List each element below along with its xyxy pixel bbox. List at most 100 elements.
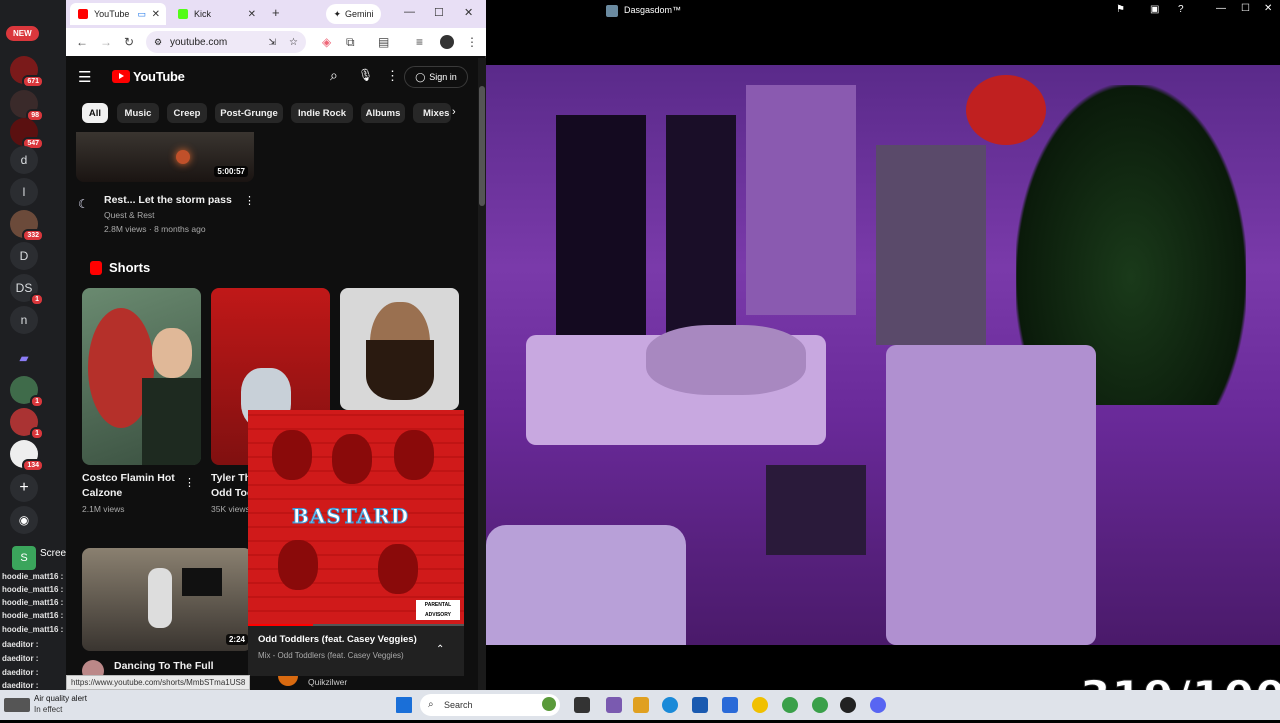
new-tab-icon[interactable]: +	[272, 5, 280, 20]
server-icon-2[interactable]: 98	[10, 90, 44, 122]
server-icon-red[interactable]: 1	[10, 408, 44, 440]
extension-icon[interactable]: ◈	[322, 35, 331, 49]
app-icon[interactable]	[606, 697, 622, 713]
video-menu-icon[interactable]: ⋮	[244, 194, 255, 207]
expand-chevron-icon[interactable]: ⌃	[436, 644, 444, 655]
chrome-icon[interactable]	[782, 697, 798, 713]
maximize-icon[interactable]: ☐	[434, 6, 444, 19]
install-icon[interactable]: ⇲	[268, 37, 276, 48]
miniplayer[interactable]: BASTARD PARENTAL ADVISORY Odd Toddlers (…	[248, 410, 464, 676]
screen-share-icon[interactable]: S	[12, 546, 36, 570]
edge-icon[interactable]	[662, 697, 678, 713]
video-title[interactable]: Dancing To The Full	[114, 660, 214, 672]
server-label: n	[20, 313, 28, 327]
discord-icon[interactable]	[870, 697, 886, 713]
store-icon[interactable]	[692, 697, 708, 713]
microphone-icon[interactable]: 🎙	[358, 68, 373, 82]
server-icon-n[interactable]: n	[10, 306, 38, 334]
gemini-button[interactable]: ✦ Gemini	[326, 4, 381, 24]
chip-albums[interactable]: Albums	[361, 103, 405, 123]
short-title[interactable]: Odd Toc	[211, 487, 253, 499]
chip-all[interactable]: All	[82, 103, 108, 123]
chip-post-grunge[interactable]: Post-Grunge	[215, 103, 283, 123]
stream-video[interactable]	[486, 65, 1280, 645]
tab-youtube[interactable]: YouTube ▭ ✕	[70, 3, 166, 25]
server-icon-3[interactable]: 547	[10, 118, 44, 150]
flag-icon[interactable]: ⚑	[1116, 4, 1125, 15]
close-icon[interactable]: ✕	[248, 9, 256, 20]
task-view-icon[interactable]	[574, 697, 590, 713]
chrome-profile-icon[interactable]	[812, 697, 828, 713]
short-menu-icon[interactable]: ⋮	[184, 476, 195, 489]
youtube-logo[interactable]: YouTube	[112, 69, 185, 84]
short-thumbnail[interactable]	[82, 288, 201, 465]
server-icon-white[interactable]: 134	[10, 440, 44, 472]
scrollbar-thumb[interactable]	[479, 86, 485, 206]
site-info-icon[interactable]: ⚙	[154, 37, 162, 48]
progress-bar[interactable]	[248, 624, 464, 626]
media-icon[interactable]: ≡	[416, 35, 423, 49]
short-title[interactable]: Tyler Th	[211, 472, 251, 484]
windows-start-icon[interactable]	[396, 697, 412, 713]
folder-icon[interactable]: ▰	[10, 344, 38, 372]
server-icon-1[interactable]: 671	[10, 56, 44, 88]
video-thumbnail[interactable]: 5:00:57	[76, 132, 254, 182]
app-icon-dark[interactable]	[840, 697, 856, 713]
server-icon-l[interactable]: l	[10, 178, 38, 206]
sign-in-button[interactable]: ◯ Sign in	[404, 66, 468, 88]
puzzle-icon[interactable]: ⧉	[346, 35, 355, 50]
outlook-icon[interactable]	[722, 697, 738, 713]
kick-favicon-icon	[178, 9, 188, 19]
chip-mixes[interactable]: Mixes	[413, 103, 451, 123]
file-explorer-icon[interactable]	[633, 697, 649, 713]
scrollbar[interactable]	[478, 58, 486, 690]
close-window-icon[interactable]: ✕	[464, 6, 473, 19]
album-cover[interactable]: BASTARD PARENTAL ADVISORY	[248, 410, 464, 624]
chip-indie-rock[interactable]: Indie Rock	[291, 103, 353, 123]
sidebar-icon[interactable]: ▤	[378, 35, 389, 49]
menu-icon[interactable]: ⋮	[466, 35, 478, 49]
short-thumbnail[interactable]	[340, 288, 459, 410]
close-window-icon[interactable]: ✕	[1264, 3, 1272, 14]
minimize-icon[interactable]: —	[404, 6, 415, 18]
help-icon[interactable]: ?	[1178, 4, 1184, 15]
unread-badge: 1	[30, 395, 44, 408]
video-channel[interactable]: Quest & Rest	[104, 210, 155, 220]
forward-icon[interactable]: →	[100, 35, 112, 49]
video-title[interactable]: Rest... Let the storm pass	[104, 194, 232, 206]
reload-icon[interactable]: ↻	[124, 35, 134, 49]
server-icon-d[interactable]: d	[10, 146, 38, 174]
weather-icon[interactable]	[4, 698, 30, 712]
search-icon[interactable]: ⌕	[330, 67, 338, 84]
weather-alert-title[interactable]: Air quality alert	[34, 694, 87, 703]
server-icon-avatar[interactable]: 332	[10, 210, 44, 242]
add-server-icon[interactable]: +	[10, 474, 38, 502]
maximize-icon[interactable]: ☐	[1241, 3, 1250, 14]
url-field[interactable]: ⚙ youtube.com ⇲ ☆	[146, 31, 306, 53]
server-sidebar: NEW 671 98 547 d l 332 D DS 1 n ▰ 1 1 134…	[0, 0, 66, 690]
short-title[interactable]: Calzone	[82, 487, 122, 499]
server-icon-green[interactable]: 1	[10, 376, 44, 408]
tab-kick[interactable]: Kick ✕	[170, 3, 262, 25]
chip-creep[interactable]: Creep	[167, 103, 207, 123]
channel-name[interactable]: Quikzilwer	[308, 677, 347, 687]
hamburger-icon[interactable]: ☰	[78, 68, 91, 86]
server-icon-DS[interactable]: DS 1	[10, 274, 44, 306]
close-icon[interactable]: ✕	[152, 9, 160, 20]
minimize-icon[interactable]: —	[1216, 3, 1226, 14]
norton-icon[interactable]	[752, 697, 768, 713]
screen-share-label: Scree	[40, 548, 67, 559]
more-options-icon[interactable]: ⋮	[386, 68, 399, 84]
server-icon-D[interactable]: D	[10, 242, 38, 270]
chevron-right-icon[interactable]: ›	[452, 106, 456, 118]
screen-icon[interactable]: ▣	[1150, 4, 1159, 15]
profile-avatar[interactable]	[440, 35, 454, 49]
explore-icon[interactable]: ◉	[10, 506, 38, 534]
taskbar-search[interactable]: ⌕ Search	[420, 694, 560, 716]
video-thumbnail[interactable]: 2:24	[82, 548, 252, 651]
chip-music[interactable]: Music	[117, 103, 159, 123]
back-icon[interactable]: ←	[76, 35, 88, 49]
short-title[interactable]: Costco Flamin Hot	[82, 472, 175, 484]
bookmark-star-icon[interactable]: ☆	[289, 37, 298, 48]
new-badge[interactable]: NEW	[6, 26, 39, 41]
